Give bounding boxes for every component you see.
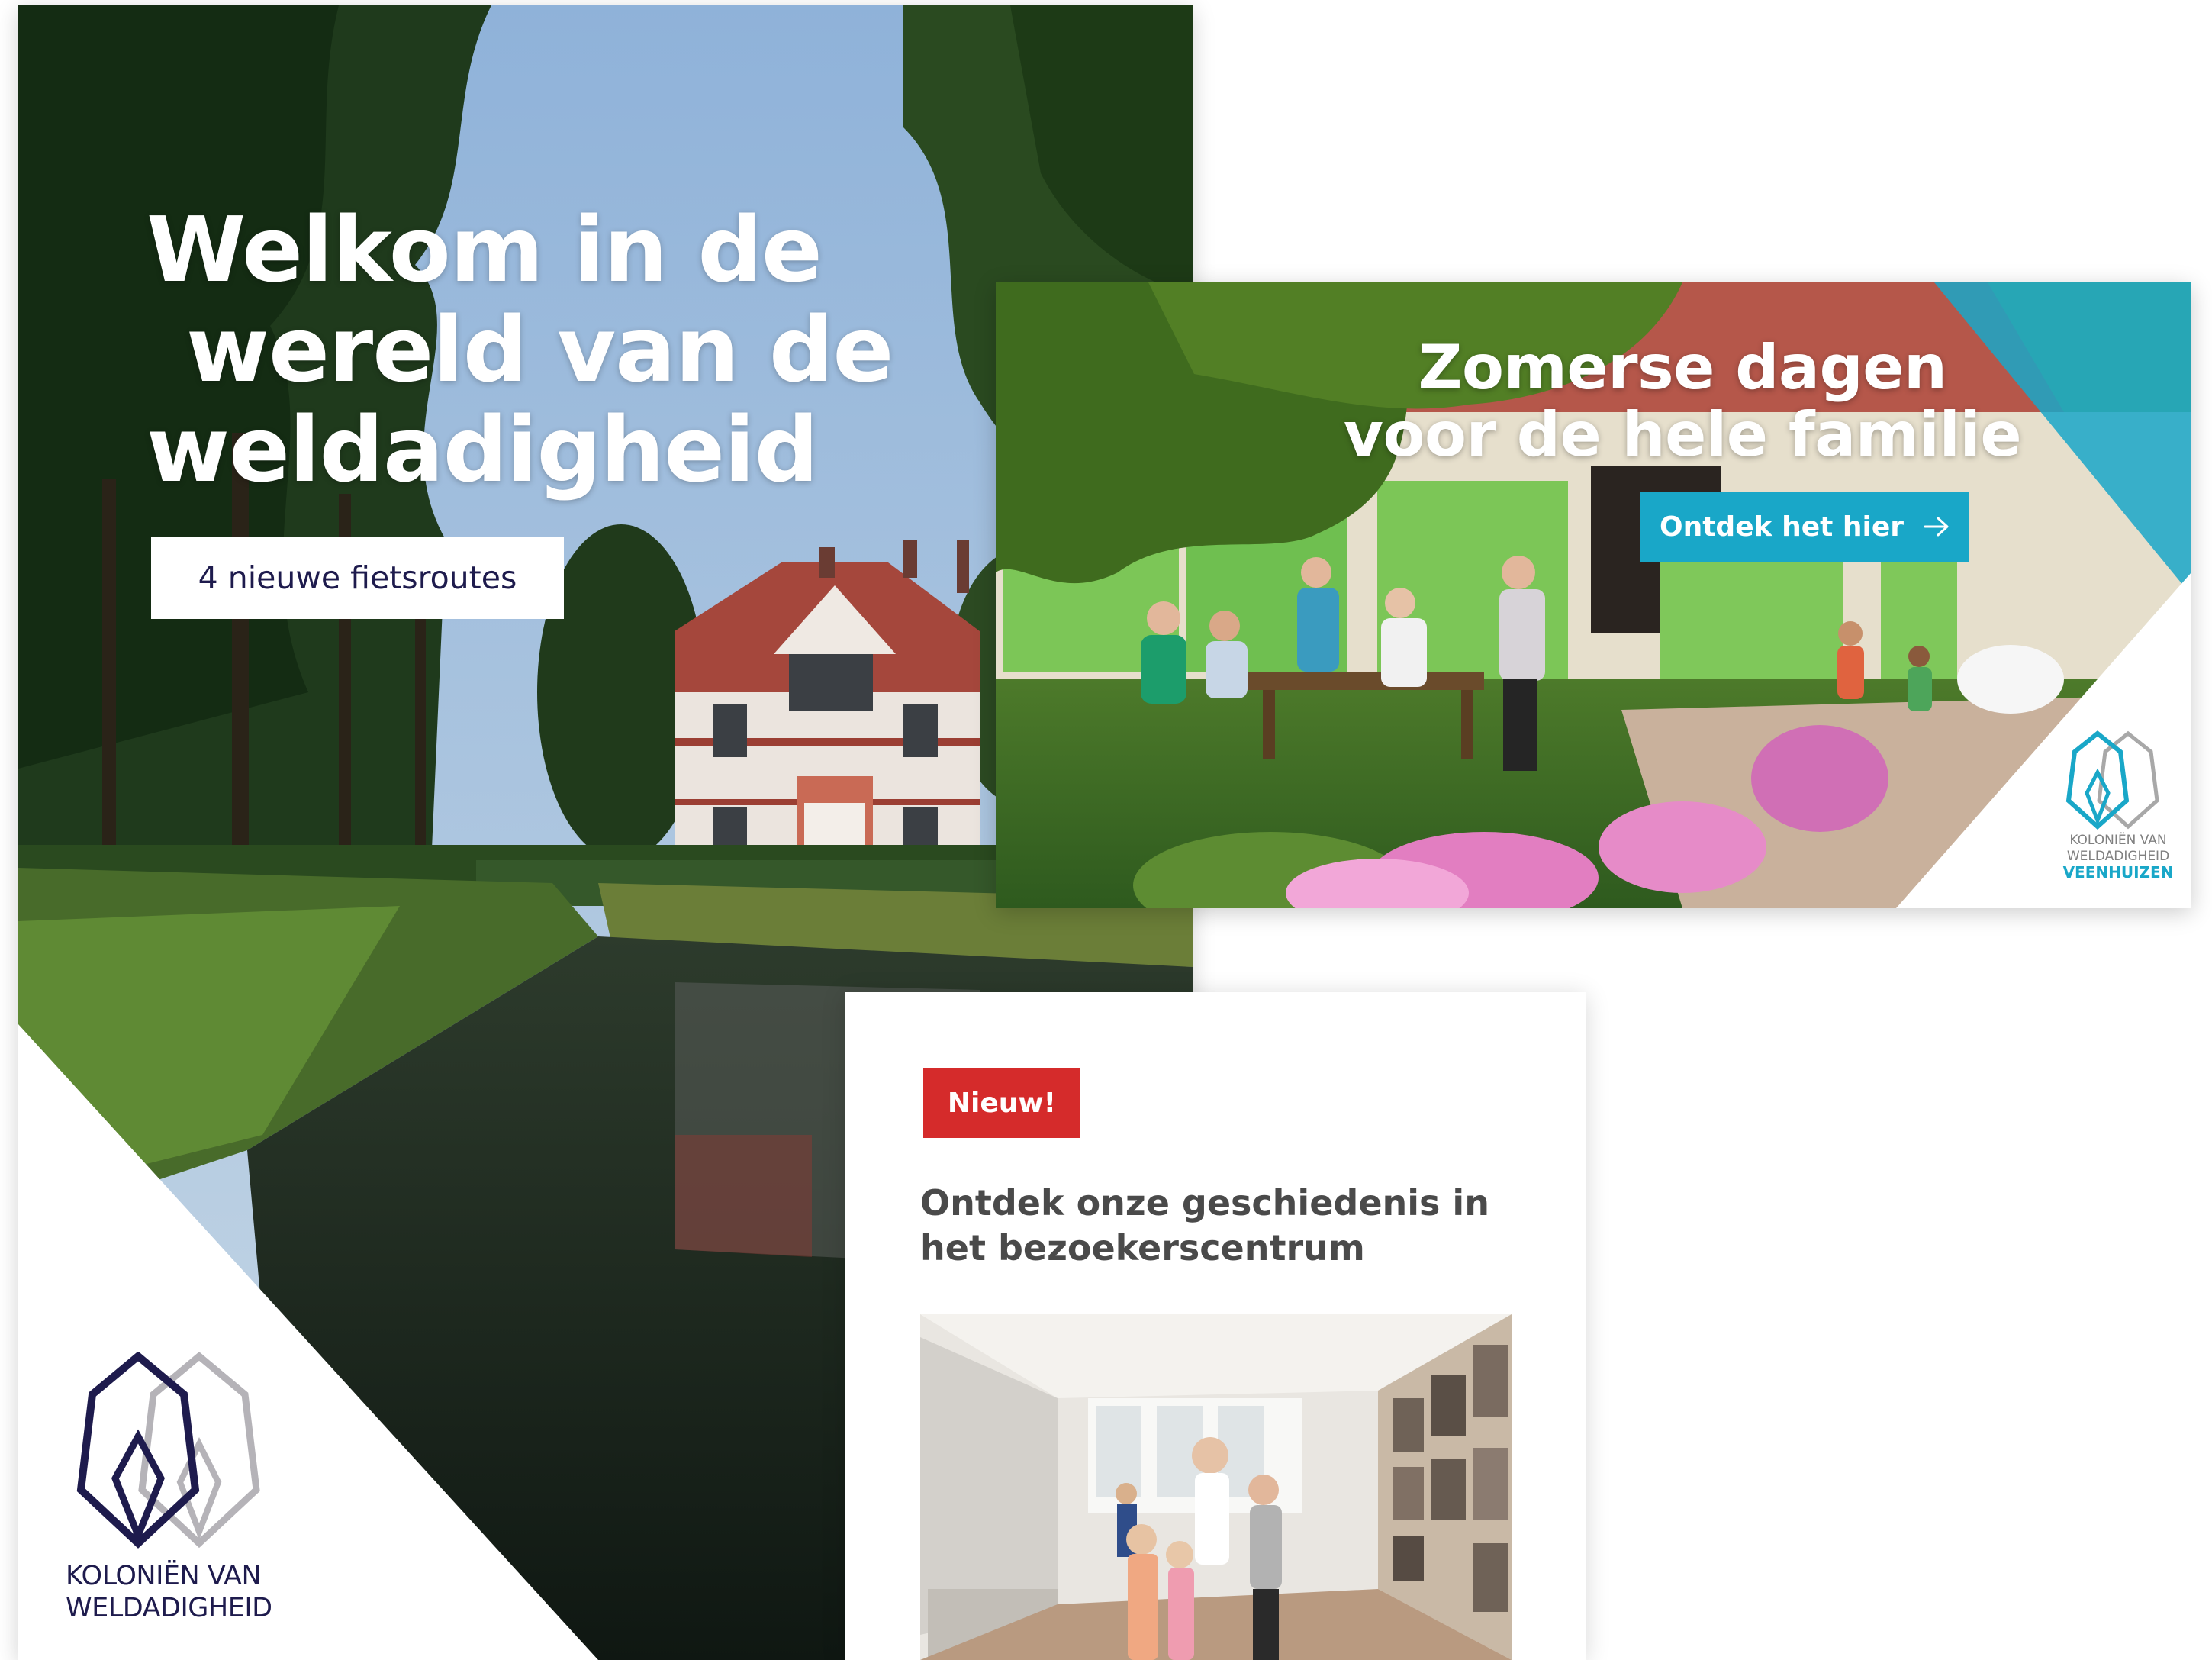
news-card: Nieuw! Ontdek onze geschiedenis in het b… (845, 992, 1586, 1660)
logo-line: WELDADIGHEID (66, 1593, 272, 1623)
hero-title-line: Welkom in de (147, 197, 823, 302)
koloniën-logo-icon (2065, 730, 2159, 830)
family-title-line: Zomerse dagen (1418, 332, 1948, 403)
logo-line: KOLONIËN VAN (2069, 833, 2167, 848)
hero-title-line: weldadigheid (147, 397, 819, 502)
news-title[interactable]: Ontdek onze geschiedenis in het bezoeker… (920, 1181, 1515, 1271)
family-title-line: voor de hele familie (1343, 399, 2022, 470)
brand-logo-text: KOLONIËN VAN WELDADIGHEID (66, 1560, 272, 1624)
brand-logo: KOLONIËN VAN WELDADIGHEID (66, 1351, 295, 1627)
logo-line: WELDADIGHEID (2066, 849, 2170, 864)
family-banner-card: Zomerse dagen voor de hele familie Ontde… (996, 282, 2191, 908)
family-banner-title: Zomerse dagen voor de hele familie (1301, 334, 2064, 469)
hero-title: Welkom in de wereld van de weldadigheid (147, 200, 910, 500)
arrow-right-icon (1924, 517, 1949, 537)
news-title-line: het bezoekerscentrum (920, 1227, 1365, 1268)
bike-routes-button[interactable]: 4 nieuwe fietsroutes (151, 537, 564, 619)
discover-here-label: Ontdek het hier (1659, 511, 1905, 543)
new-badge: Nieuw! (923, 1068, 1080, 1138)
veenhuizen-logo: KOLONIËN VAN WELDADIGHEID VEENHUIZEN (2061, 730, 2175, 897)
news-title-line: Ontdek onze geschiedenis in (920, 1182, 1489, 1223)
logo-line-location: VEENHUIZEN (2062, 863, 2174, 882)
discover-here-button[interactable]: Ontdek het hier (1640, 492, 1969, 562)
koloniën-logo-icon (76, 1351, 260, 1549)
veenhuizen-logo-text: KOLONIËN VAN WELDADIGHEID VEENHUIZEN (2061, 833, 2175, 881)
visitor-center-photo[interactable] (920, 1314, 1512, 1660)
hero-title-line: wereld van de (186, 297, 893, 402)
logo-line: KOLONIËN VAN (66, 1561, 262, 1591)
visitor-center-image (920, 1314, 1512, 1660)
